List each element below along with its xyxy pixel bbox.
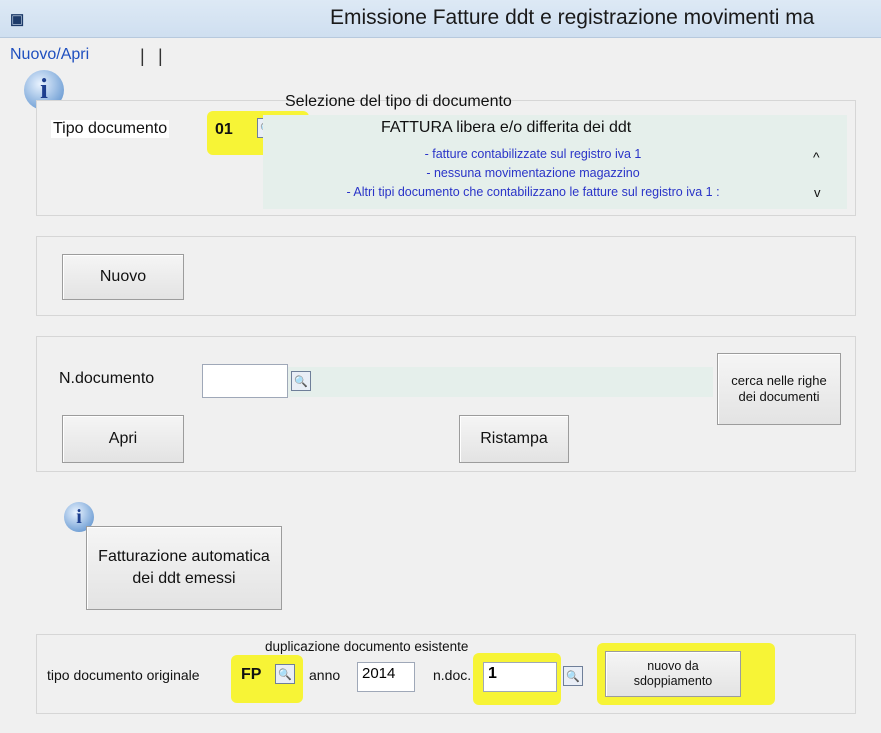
n-documento-input[interactable] xyxy=(202,364,288,398)
fatturazione-automatica-button[interactable]: Fatturazione automatica dei ddt emessi xyxy=(86,526,282,610)
desc-line-1: - fatture contabilizzate sul registro iv… xyxy=(424,147,642,161)
binoculars-search-icon[interactable]: 🔍 xyxy=(275,664,295,684)
anno-label: anno xyxy=(309,667,341,683)
app-icon[interactable]: ▣ xyxy=(10,10,24,28)
nuovo-da-sdoppiamento-button[interactable]: nuovo da sdoppiamento xyxy=(605,651,741,697)
binoculars-search-icon[interactable]: 🔍 xyxy=(291,371,311,391)
tab-nuovo-apri[interactable]: Nuovo/Apri xyxy=(10,46,89,64)
n-documento-label: N.documento xyxy=(59,370,155,387)
n-doc-label: n.doc. xyxy=(433,667,472,683)
duplicazione-panel: duplicazione documento esistente tipo do… xyxy=(36,634,856,714)
tipo-documento-panel: Selezione del tipo di documento Tipo doc… xyxy=(36,93,856,216)
anno-input[interactable]: 2014 xyxy=(357,662,415,692)
nuovo-panel: Nuovo xyxy=(36,236,856,316)
tipo-documento-label: Tipo documento xyxy=(51,120,170,138)
duplicazione-heading: duplicazione documento esistente xyxy=(265,639,469,654)
tipo-code[interactable]: 01 xyxy=(215,121,233,139)
n-doc-input[interactable]: 1 xyxy=(483,662,557,692)
tipo-heading: Selezione del tipo di documento xyxy=(285,93,512,110)
main-window: ▣ Emissione Fatture ddt e registrazione … xyxy=(0,0,881,733)
tipo-doc-title: FATTURA libera e/o differita dei ddt xyxy=(381,119,632,136)
desc-line-2: - nessuna movimentazione magazzino xyxy=(426,166,640,180)
scroll-up-icon[interactable]: ^ xyxy=(813,149,820,165)
tab-2[interactable]: | xyxy=(140,46,145,67)
window-title: Emissione Fatture ddt e registrazione mo… xyxy=(330,6,815,29)
apri-button[interactable]: Apri xyxy=(62,415,184,463)
scroll-down-icon[interactable]: v xyxy=(814,185,821,200)
documento-panel: N.documento 🔍 cerca nelle righe dei docu… xyxy=(36,336,856,472)
tab-strip: Nuovo/Apri | | xyxy=(0,38,881,70)
cerca-righe-button[interactable]: cerca nelle righe dei documenti xyxy=(717,353,841,425)
tipo-description-box: FATTURA libera e/o differita dei ddt - f… xyxy=(263,115,847,209)
binoculars-search-icon[interactable]: 🔍 xyxy=(563,666,583,686)
nuovo-button[interactable]: Nuovo xyxy=(62,254,184,300)
desc-line-3: - Altri tipi documento che contabilizzan… xyxy=(346,185,720,199)
tab-3[interactable]: | xyxy=(158,46,163,67)
documento-info-strip xyxy=(283,367,713,397)
title-bar: ▣ Emissione Fatture ddt e registrazione … xyxy=(0,0,881,38)
tipo-originale-label: tipo documento originale xyxy=(47,667,200,683)
ristampa-button[interactable]: Ristampa xyxy=(459,415,569,463)
tipo-originale-code[interactable]: FP xyxy=(241,666,261,684)
